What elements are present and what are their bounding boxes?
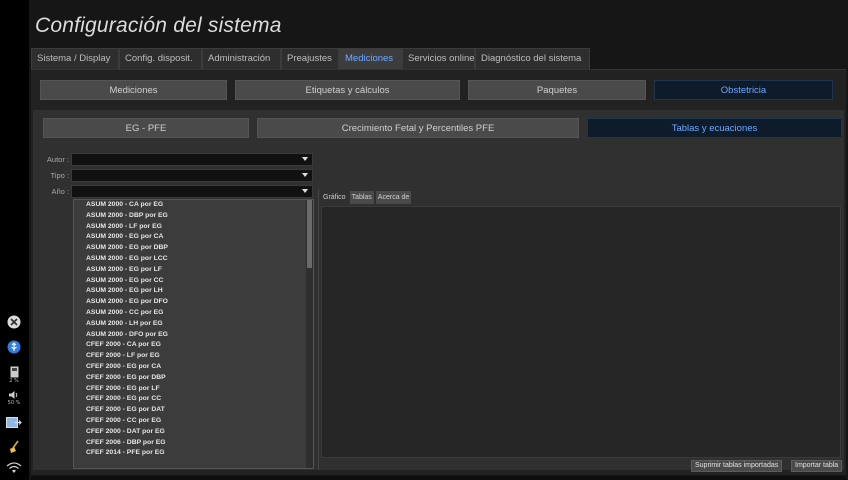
- tab-mediciones[interactable]: Mediciones: [339, 48, 402, 69]
- left-icon-strip: 2 % 50 %: [0, 0, 28, 480]
- tab-config-disposit[interactable]: Config. disposit.: [119, 48, 202, 69]
- tab-tablas[interactable]: Tablas: [349, 191, 374, 204]
- list-item[interactable]: ASUM 2000 - CC por EG: [74, 308, 313, 319]
- year-filter: Año :: [33, 184, 313, 198]
- author-filter: Autor :: [33, 152, 313, 166]
- list-item[interactable]: ASUM 2000 - EG por LCC: [74, 254, 313, 265]
- year-dropdown[interactable]: [71, 184, 313, 198]
- section-paquetes-button[interactable]: Paquetes: [468, 80, 646, 100]
- section-buttons: Mediciones Etiquetas y cálculos Paquetes…: [40, 80, 833, 100]
- list-item[interactable]: CFEF 2000 - CA por EG: [74, 340, 313, 351]
- list-item[interactable]: CFEF 2000 - EG por CA: [74, 362, 313, 373]
- volume-icon[interactable]: 50 %: [6, 390, 22, 406]
- list-item[interactable]: CFEF 2000 - EG por DAT: [74, 405, 313, 416]
- section-mediciones-button[interactable]: Mediciones: [40, 80, 227, 100]
- table-list[interactable]: ASUM 2000 - CA por EG ASUM 2000 - DBP po…: [73, 199, 314, 469]
- tab-preajustes[interactable]: Preajustes: [281, 48, 339, 69]
- obstetricia-subpanel: EG - PFE Crecimiento Fetal y Percentiles…: [33, 110, 844, 472]
- import-table-button[interactable]: Importar tabla: [791, 460, 843, 472]
- section-etiquetas-calculos-button[interactable]: Etiquetas y cálculos: [235, 80, 460, 100]
- list-item[interactable]: ASUM 2000 - EG por CA: [74, 232, 313, 243]
- tab-grafico[interactable]: Gráfico: [321, 191, 348, 204]
- list-item[interactable]: CFEF 2000 - DAT por EG: [74, 427, 313, 438]
- subsection-tablas-ecuaciones-button[interactable]: Tablas y ecuaciones: [587, 118, 842, 138]
- list-item[interactable]: CFEF 2014 - PFE por EG: [74, 448, 313, 459]
- page-title: Configuración del sistema: [35, 14, 282, 37]
- chevron-down-icon: [302, 188, 308, 193]
- list-scroll-thumb[interactable]: [307, 200, 312, 268]
- mediciones-panel: Mediciones Etiquetas y cálculos Paquetes…: [31, 69, 846, 475]
- list-item[interactable]: ASUM 2000 - LH por EG: [74, 319, 313, 330]
- usb-icon[interactable]: [6, 340, 22, 354]
- subsection-buttons: EG - PFE Crecimiento Fetal y Percentiles…: [43, 118, 842, 138]
- list-item[interactable]: ASUM 2000 - EG por DFO: [74, 297, 313, 308]
- subsection-crecimiento-fetal-button[interactable]: Crecimiento Fetal y Percentiles PFE: [257, 118, 579, 138]
- author-label: Autor :: [46, 154, 69, 164]
- system-configuration-window: Configuración del sistema Sistema / Disp…: [29, 0, 848, 480]
- storage-icon[interactable]: 2 %: [6, 366, 22, 384]
- chevron-down-icon: [302, 172, 308, 177]
- volume-percent: 50 %: [7, 400, 21, 406]
- detail-tabs: Gráfico Tablas Acerca de: [321, 191, 412, 204]
- export-icon[interactable]: [6, 417, 22, 428]
- author-dropdown[interactable]: [71, 152, 313, 166]
- list-item[interactable]: ASUM 2000 - DBP por EG: [74, 211, 313, 222]
- subsection-eg-pfe-button[interactable]: EG - PFE: [43, 118, 249, 138]
- type-dropdown[interactable]: [71, 168, 313, 182]
- graph-area: [321, 206, 841, 458]
- storage-percent: 2 %: [9, 378, 19, 384]
- list-item[interactable]: ASUM 2000 - EG por LF: [74, 265, 313, 276]
- tab-acerca-de[interactable]: Acerca de: [375, 191, 412, 204]
- list-item[interactable]: CFEF 2006 - DBP por EG: [74, 438, 313, 449]
- main-tabs: Sistema / Display Config. disposit. Admi…: [31, 48, 590, 69]
- tab-diagnostico-sistema[interactable]: Diagnóstico del sistema: [475, 48, 590, 69]
- section-obstetricia-button[interactable]: Obstetricia: [654, 80, 833, 100]
- divider: [318, 189, 319, 470]
- list-item[interactable]: ASUM 2000 - EG por DBP: [74, 243, 313, 254]
- chevron-down-icon: [302, 156, 308, 161]
- list-item[interactable]: ASUM 2000 - DFO por EG: [74, 330, 313, 341]
- tab-sistema-display[interactable]: Sistema / Display: [31, 48, 119, 69]
- list-item[interactable]: ASUM 2000 - CA por EG: [74, 200, 313, 211]
- type-filter: Tipo :: [33, 168, 313, 182]
- broom-icon[interactable]: [6, 440, 22, 454]
- list-item[interactable]: CFEF 2000 - LF por EG: [74, 351, 313, 362]
- list-scrollbar[interactable]: [306, 200, 313, 468]
- list-item[interactable]: CFEF 2000 - CC por EG: [74, 416, 313, 427]
- wireless-icon[interactable]: [6, 462, 22, 474]
- list-item[interactable]: CFEF 2000 - EG por DBP: [74, 373, 313, 384]
- tab-servicios-online[interactable]: Servicios online: [402, 48, 475, 69]
- year-label: Año :: [51, 186, 69, 196]
- bottom-bar: [31, 476, 846, 480]
- close-icon[interactable]: [6, 315, 22, 329]
- list-item[interactable]: ASUM 2000 - LF por EG: [74, 222, 313, 233]
- delete-imported-tables-button[interactable]: Suprimir tablas importadas: [691, 460, 783, 472]
- list-item[interactable]: CFEF 2000 - EG por CC: [74, 394, 313, 405]
- list-item[interactable]: ASUM 2000 - EG por LH: [74, 286, 313, 297]
- type-label: Tipo :: [50, 170, 69, 180]
- list-item[interactable]: CFEF 2000 - EG por LF: [74, 384, 313, 395]
- tab-administracion[interactable]: Administración: [202, 48, 281, 69]
- list-item[interactable]: ASUM 2000 - EG por CC: [74, 276, 313, 287]
